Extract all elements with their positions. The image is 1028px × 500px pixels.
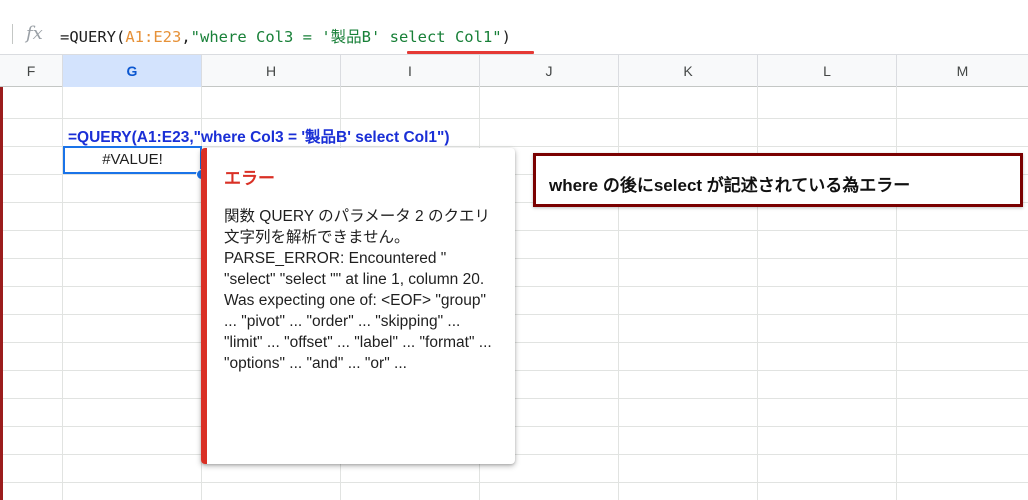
grid-line <box>618 87 619 500</box>
column-header-m[interactable]: M <box>897 55 1028 87</box>
formula-part-range: A1:E23 <box>125 28 182 46</box>
column-header-f[interactable]: F <box>0 55 63 87</box>
error-tooltip: エラー 関数 QUERY のパラメータ 2 のクエリ文字列を解析できません。PA… <box>201 148 515 464</box>
active-cell-g[interactable]: #VALUE! <box>63 146 202 174</box>
grid-line <box>0 482 1028 483</box>
grid-line <box>896 87 897 500</box>
grid-line <box>757 87 758 500</box>
fx-icon: fx <box>26 23 43 44</box>
column-header-row: F G H I J K L M <box>0 54 1028 87</box>
annotation-text: where の後にselect が記述されている為エラー <box>549 176 911 195</box>
column-header-h[interactable]: H <box>202 55 341 87</box>
column-header-j[interactable]: J <box>480 55 619 87</box>
formula-bar-divider <box>12 24 13 44</box>
formula-input-row: fx =QUERY(A1:E23,"where Col3 = '製品B' sel… <box>0 14 1028 54</box>
sheet-left-border <box>0 87 3 500</box>
formula-text-cell[interactable]: =QUERY(A1:E23,"where Col3 = '製品B' select… <box>68 125 450 147</box>
column-header-g[interactable]: G <box>63 55 202 87</box>
error-message: 関数 QUERY のパラメータ 2 のクエリ文字列を解析できません。PARSE_… <box>224 208 492 372</box>
column-header-i[interactable]: I <box>341 55 480 87</box>
formula-part-close: ) <box>501 28 511 46</box>
annotation-callout: where の後にselect が記述されている為エラー <box>533 153 1023 207</box>
column-header-l[interactable]: L <box>758 55 897 87</box>
formula-bar: fx =QUERY(A1:E23,"where Col3 = '製品B' sel… <box>0 0 1028 54</box>
column-header-k[interactable]: K <box>619 55 758 87</box>
error-accent-bar <box>201 148 207 464</box>
grid-line <box>0 118 1028 119</box>
formula-part-query-string: "where Col3 = '製品B' select Col1" <box>190 28 502 46</box>
formula-part-func: =QUERY( <box>60 28 126 46</box>
formula-input[interactable]: =QUERY(A1:E23,"where Col3 = '製品B' select… <box>60 25 511 47</box>
error-title: エラー <box>224 169 275 188</box>
formula-part-comma: , <box>181 28 191 46</box>
